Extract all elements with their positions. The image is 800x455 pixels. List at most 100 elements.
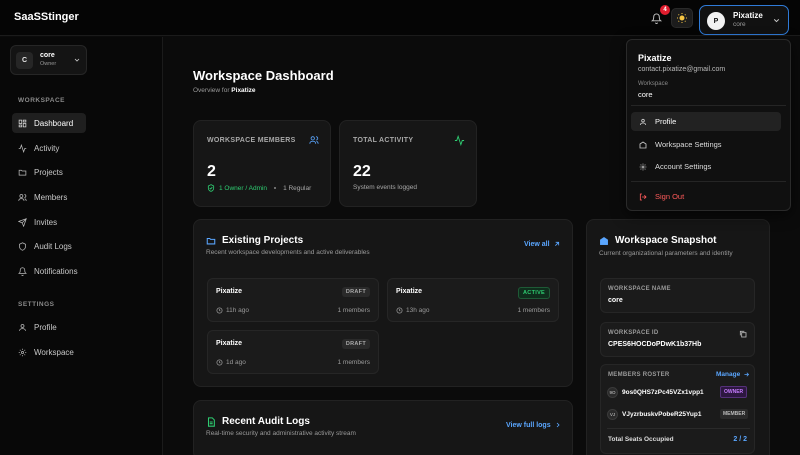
- sidebar-section-workspace: WORKSPACE: [18, 97, 65, 104]
- members-roster-box: MEMBERS ROSTER Manage 9O 9os0QHS7zPc45VZ…: [600, 364, 755, 454]
- brand-logo[interactable]: SaaSStinger: [14, 11, 79, 23]
- sidebar-item-label: Activity: [34, 143, 60, 153]
- audit-desc: Real-time security and administrative ac…: [206, 430, 356, 437]
- owner-count: 1 Owner / Admin: [219, 184, 268, 192]
- avatar: P: [707, 12, 725, 30]
- project-members: 1 members: [517, 307, 550, 314]
- gear-icon: [639, 163, 647, 170]
- copy-icon[interactable]: [739, 330, 747, 338]
- sidebar-item-label: Profile: [34, 322, 57, 332]
- sidebar-item-projects[interactable]: Projects: [12, 162, 86, 182]
- dropdown-workspace-label: Workspace: [638, 81, 668, 87]
- bell-icon: [650, 13, 662, 24]
- sidebar-item-dashboard[interactable]: Dashboard: [12, 113, 86, 133]
- snapshot-desc: Current organizational parameters and id…: [599, 250, 733, 257]
- roster-row[interactable]: 9O 9os0QHS7zPc45VZx1vpp1 OWNER: [607, 385, 750, 399]
- sidebar-item-label: Projects: [34, 167, 63, 177]
- dropdown-item-sign-out[interactable]: Sign Out: [631, 187, 781, 206]
- chevron-down-icon: [773, 19, 780, 23]
- chevron-down-icon: [74, 58, 80, 62]
- folder-icon: [206, 237, 216, 244]
- stat-label: WORKSPACE MEMBERS: [207, 137, 296, 144]
- dropdown-item-label: Profile: [655, 117, 677, 126]
- sidebar-item-activity[interactable]: Activity: [12, 138, 86, 158]
- bell-icon: [18, 266, 27, 276]
- project-status-badge: DRAFT: [341, 287, 370, 297]
- users-icon: [18, 193, 27, 201]
- dropdown-item-label: Sign Out: [655, 192, 685, 201]
- page-title: Workspace Dashboard: [193, 68, 334, 83]
- snapshot-title: Workspace Snapshot: [599, 235, 717, 246]
- member-avatar: VJ: [607, 408, 618, 420]
- sidebar-item-label: Invites: [34, 217, 58, 227]
- clock-icon: [216, 307, 223, 314]
- projects-title-text: Existing Projects: [222, 235, 304, 246]
- project-status-badge: ACTIVE: [518, 287, 550, 299]
- workspace-switcher[interactable]: C core Owner: [10, 45, 87, 75]
- snapshot-value: core: [608, 297, 623, 304]
- sidebar-item-audit-logs[interactable]: Audit Logs: [12, 236, 86, 256]
- arrow-right-icon: [744, 372, 750, 377]
- snapshot-title-text: Workspace Snapshot: [615, 235, 717, 246]
- user-name: Pixatize: [733, 11, 763, 20]
- dropdown-item-account-settings[interactable]: Account Settings: [631, 157, 781, 176]
- stat-card-activity: TOTAL ACTIVITY 22 System events logged: [339, 120, 477, 207]
- view-full-logs-link[interactable]: View full logs: [506, 421, 562, 429]
- member-role-badge: MEMBER: [720, 409, 749, 419]
- sidebar-item-profile[interactable]: Profile: [12, 317, 86, 337]
- member-avatar: 9O: [607, 386, 618, 398]
- user-menu-button[interactable]: P Pixatize core: [699, 5, 789, 35]
- project-members: 1 members: [337, 307, 370, 314]
- snapshot-label: WORKSPACE ID: [608, 330, 659, 336]
- dashboard-icon: [18, 119, 27, 127]
- activity-icon: [18, 143, 27, 153]
- member-role-badge: OWNER: [720, 386, 748, 398]
- invite-icon: [18, 217, 27, 227]
- audit-title-text: Recent Audit Logs: [222, 416, 310, 427]
- shield-icon: [19, 241, 26, 251]
- project-status-badge: DRAFT: [341, 339, 370, 349]
- snapshot-value: CPES6HOCDoPDwK1b37Hb: [608, 341, 702, 348]
- dropdown-item-workspace-settings[interactable]: Workspace Settings: [631, 135, 781, 154]
- view-all-label: View all: [524, 240, 550, 248]
- page-subtitle: Overview for Pixatize: [193, 87, 256, 94]
- dropdown-workspace-name: core: [638, 90, 653, 99]
- sidebar-item-notifications[interactable]: Notifications: [12, 261, 86, 281]
- sidebar-item-invites[interactable]: Invites: [12, 212, 86, 232]
- sidebar-item-workspace[interactable]: Workspace: [12, 342, 86, 362]
- gear-icon: [18, 348, 27, 356]
- theme-toggle-button[interactable]: [671, 8, 693, 28]
- seats-value: 2 / 2: [733, 436, 747, 443]
- manage-members-link[interactable]: Manage: [716, 371, 750, 378]
- dropdown-item-label: Workspace Settings: [655, 140, 722, 149]
- subtitle-prefix: Overview for: [193, 87, 230, 94]
- snapshot-label: MEMBERS ROSTER: [608, 372, 670, 378]
- stat-label: TOTAL ACTIVITY: [353, 137, 414, 144]
- clock-icon: [216, 359, 223, 366]
- users-icon: [309, 136, 319, 144]
- project-card[interactable]: Pixatize ACTIVE 13h ago 1 members: [387, 278, 559, 322]
- check-shield-icon: [207, 184, 215, 192]
- folder-icon: [18, 169, 27, 175]
- project-card[interactable]: Pixatize DRAFT 11h ago 1 members: [207, 278, 379, 322]
- project-time: 13h ago: [396, 307, 430, 314]
- project-time-text: 11h ago: [226, 307, 250, 314]
- user-dropdown-menu: Pixatize contact.pixatize@gmail.com Work…: [626, 39, 791, 211]
- sidebar-item-members[interactable]: Members: [12, 187, 86, 207]
- workspace-name: core: [40, 52, 55, 59]
- project-card[interactable]: Pixatize DRAFT 1d ago 1 members: [207, 330, 379, 374]
- dropdown-user-name: Pixatize: [638, 53, 672, 63]
- view-all-projects-link[interactable]: View all: [524, 240, 561, 248]
- notifications-button[interactable]: 4: [645, 5, 670, 28]
- sidebar: C core Owner WORKSPACE Dashboard Activit…: [0, 37, 163, 455]
- sidebar-section-settings: SETTINGS: [18, 301, 55, 308]
- view-full-label: View full logs: [506, 421, 551, 429]
- roster-row[interactable]: VJ VJyzrbuskvPobeR25Yup1 MEMBER: [607, 407, 750, 421]
- dropdown-item-profile[interactable]: Profile: [631, 112, 781, 131]
- workspace-avatar: C: [16, 52, 33, 69]
- dropdown-user-email: contact.pixatize@gmail.com: [638, 66, 726, 73]
- member-id: VJyzrbuskvPobeR25Yup1: [622, 410, 702, 418]
- document-icon: [207, 416, 215, 427]
- member-id: 9os0QHS7zPc45VZx1vpp1: [622, 388, 704, 396]
- building-icon: [639, 140, 647, 148]
